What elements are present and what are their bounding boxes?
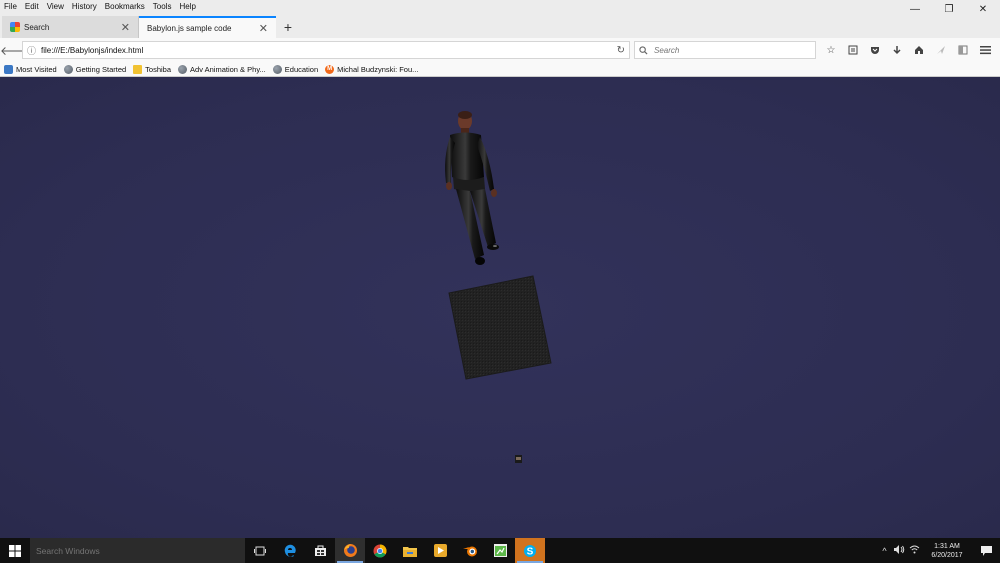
info-icon[interactable]: ⓘ [27,44,41,57]
bookmark-label: Adv Animation & Phy... [190,64,266,74]
tab-title: Search [24,22,50,32]
editor-icon[interactable] [485,538,515,563]
pocket-icon[interactable] [864,38,886,62]
bookmark-label: Getting Started [75,64,127,74]
humanoid-character [445,111,499,265]
url-bar[interactable]: ⓘ file:///E:/Babylonjs/index.html ↻ [22,41,630,59]
menu-history[interactable]: History [68,0,101,14]
bookmark-label: Most Visited [16,64,57,74]
sidebar-icon[interactable] [952,38,974,62]
clock-time: 1:31 AM [934,542,960,550]
bookmark-label: Michal Budzynski: Fou... [337,64,419,74]
dark-cube [448,275,552,380]
edge-icon[interactable] [275,538,305,563]
taskbar-apps: S [245,538,545,563]
action-center-icon[interactable] [972,538,1000,563]
toolbar-icons: ☆ [820,38,996,62]
reload-icon[interactable]: ↻ [617,45,625,56]
firefox-icon[interactable] [335,538,365,563]
bookmarks-bar: Most Visited Getting Started Toshiba Adv… [0,62,1000,77]
back-arrow-icon[interactable]: 🡐 [0,43,32,58]
bookmark-label: Toshiba [145,64,172,74]
bookmark-toshiba[interactable]: Toshiba [133,64,172,74]
reader-list-icon[interactable] [842,38,864,62]
windows-start-icon[interactable] [0,538,30,563]
bookmark-michal-budzynski[interactable]: M Michal Budzynski: Fou... [325,64,419,74]
send-icon[interactable] [930,38,952,62]
menu-bar: File Edit View History Bookmarks Tools H… [0,0,1000,14]
scene-render [445,111,552,463]
menu-file[interactable]: File [0,0,21,14]
menu-help[interactable]: Help [175,0,199,14]
folder-icon [133,64,143,74]
system-tray: ^ 1:31 AM 6/20/2017 [877,538,1000,563]
close-tab-icon[interactable]: ✕ [259,22,268,35]
globe-icon [272,64,282,74]
tab-title: Babylon.js sample code [147,23,232,33]
search-bar[interactable] [634,41,816,59]
store-icon[interactable] [305,538,335,563]
svg-text:S: S [527,546,534,557]
most-visited-icon [4,64,13,74]
m-logo-icon: M [325,64,335,74]
bookmark-most-visited[interactable]: Most Visited [4,64,57,74]
tab-babylon[interactable]: Babylon.js sample code ✕ [139,16,276,38]
bookmark-adv-animation[interactable]: Adv Animation & Phy... [178,64,266,74]
bookmark-label: Education [284,64,319,74]
menu-bookmarks[interactable]: Bookmarks [101,0,149,14]
menu-view[interactable]: View [43,0,68,14]
star-icon[interactable]: ☆ [820,38,842,62]
menu-edit[interactable]: Edit [21,0,43,14]
babylon-canvas[interactable] [0,77,1000,538]
bookmark-getting-started[interactable]: Getting Started [63,64,127,74]
globe-icon [178,64,188,74]
volume-icon[interactable] [892,545,907,556]
clock-date: 6/20/2017 [931,551,963,559]
blender-icon[interactable] [455,538,485,563]
media-player-icon[interactable] [425,538,455,563]
url-text[interactable]: file:///E:/Babylonjs/index.html [41,46,617,55]
small-mesh [515,455,522,463]
home-icon[interactable] [908,38,930,62]
tab-strip: Search ✕ Babylon.js sample code ✕ + [0,14,1000,38]
taskbar-clock[interactable]: 1:31 AM 6/20/2017 [922,542,972,560]
new-tab-button[interactable]: + [276,16,300,38]
search-icon [639,45,648,55]
taskbar-search-input[interactable] [30,538,245,563]
taskbar: S ^ 1:31 AM 6/20/2017 [0,538,1000,563]
wifi-icon[interactable] [907,545,922,556]
google-favicon-icon [10,22,20,32]
search-input[interactable] [652,44,802,56]
download-icon[interactable] [886,38,908,62]
chrome-icon[interactable] [365,538,395,563]
bookmark-education[interactable]: Education [272,64,319,74]
close-tab-icon[interactable]: ✕ [121,21,130,34]
navigation-toolbar: 🡐 ⓘ file:///E:/Babylonjs/index.html ↻ ☆ [0,38,1000,62]
globe-icon [63,64,73,74]
menu-tools[interactable]: Tools [149,0,176,14]
tab-search[interactable]: Search ✕ [2,16,139,38]
file-explorer-icon[interactable] [395,538,425,563]
skype-icon[interactable]: S [515,538,545,563]
chevron-up-icon[interactable]: ^ [877,546,892,556]
hamburger-menu-icon[interactable] [974,38,996,62]
task-view-icon[interactable] [245,538,275,563]
